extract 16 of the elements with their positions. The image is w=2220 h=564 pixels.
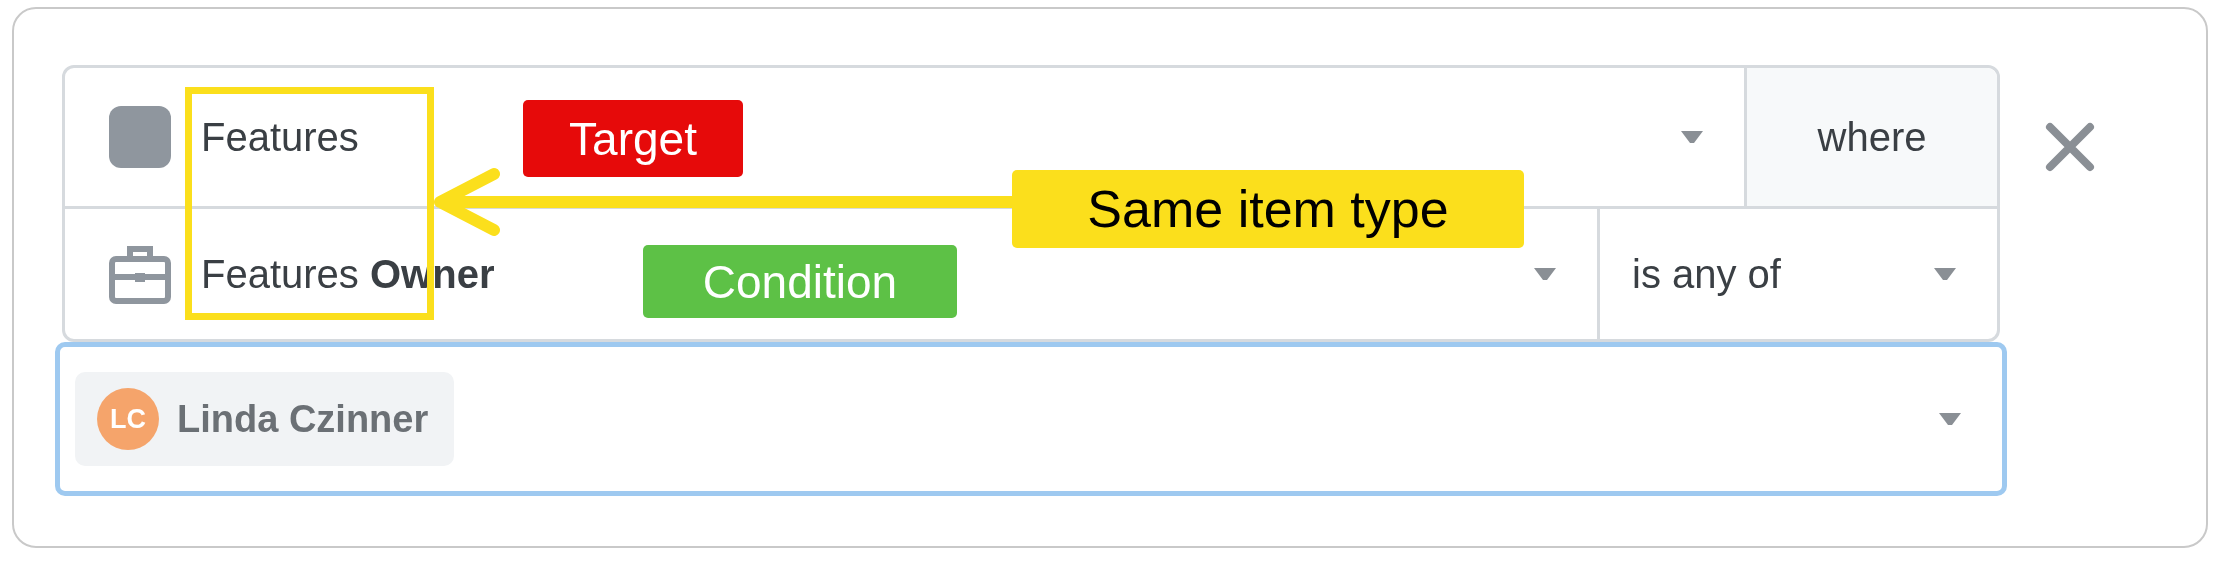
annotation-tooltip: Target bbox=[523, 100, 743, 177]
caret-icon[interactable] bbox=[1533, 267, 1557, 281]
connector-label: where bbox=[1744, 68, 1997, 206]
person-chip[interactable]: LC Linda Czinner bbox=[75, 372, 455, 466]
square-icon bbox=[109, 106, 171, 168]
person-name: Linda Czinner bbox=[177, 396, 429, 442]
annotation-tooltip: Condition bbox=[643, 245, 957, 318]
briefcase-icon bbox=[109, 243, 171, 305]
caret-icon bbox=[1680, 130, 1704, 144]
caret-icon bbox=[1933, 267, 1957, 281]
close-icon[interactable] bbox=[2044, 121, 2096, 173]
callout-tooltip: Same item type bbox=[1012, 170, 1524, 248]
avatar: LC bbox=[97, 388, 159, 450]
value-field[interactable]: LC Linda Czinner bbox=[55, 342, 2007, 496]
operator-select[interactable]: is any of bbox=[1597, 209, 1997, 339]
caret-icon bbox=[1938, 412, 1962, 426]
